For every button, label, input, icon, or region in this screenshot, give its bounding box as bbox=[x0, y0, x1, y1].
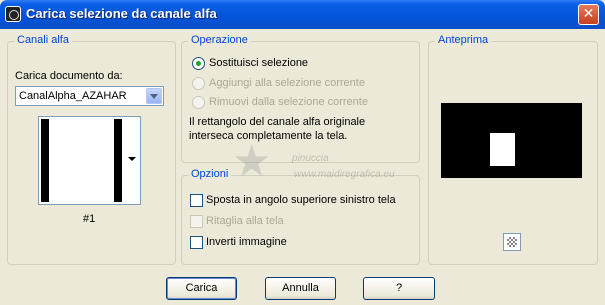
document-source-label: Carica documento da: bbox=[15, 70, 123, 82]
invert-image-label[interactable]: Inverti immagine bbox=[206, 236, 287, 248]
thumbnail-left-bar bbox=[41, 119, 49, 202]
crop-to-canvas-label[interactable]: Ritaglia alla tela bbox=[206, 215, 284, 227]
channel-thumbnail-dropdown[interactable] bbox=[38, 116, 141, 205]
channel-thumbnail bbox=[41, 119, 122, 202]
watermark: ★ pinuccia www.maidiregrafica.eu bbox=[232, 140, 432, 190]
watermark-name: pinuccia bbox=[292, 153, 329, 164]
checkbox-invert-image[interactable] bbox=[190, 236, 203, 249]
channel-caption: #1 bbox=[83, 213, 96, 225]
preview-legend: Anteprima bbox=[435, 34, 492, 46]
preview-selection-area bbox=[490, 133, 515, 166]
title-bar[interactable]: Carica selezione da canale alfa ✕ bbox=[0, 0, 605, 29]
app-icon bbox=[5, 6, 21, 22]
radio-remove-from-selection[interactable] bbox=[192, 96, 205, 109]
alpha-channels-legend: Canali alfa bbox=[14, 34, 72, 46]
move-top-left-label[interactable]: Sposta in angolo superiore sinistro tela bbox=[206, 194, 396, 206]
operation-legend: Operazione bbox=[188, 34, 251, 46]
window-title: Carica selezione da canale alfa bbox=[26, 6, 217, 21]
cancel-button[interactable]: Annulla bbox=[265, 277, 336, 300]
document-select[interactable]: CanalAlpha_AZAHAR bbox=[15, 86, 164, 106]
chevron-down-icon[interactable] bbox=[146, 88, 162, 104]
selection-preview bbox=[441, 103, 582, 178]
checkerboard-icon bbox=[507, 237, 517, 247]
help-button[interactable]: ? bbox=[363, 277, 435, 300]
thumbnail-right-bar bbox=[114, 119, 122, 202]
remove-from-selection-label[interactable]: Rimuovi dalla selezione corrente bbox=[209, 96, 368, 108]
checkbox-crop-to-canvas[interactable] bbox=[190, 215, 203, 228]
radio-add-to-selection[interactable] bbox=[192, 77, 205, 90]
add-to-selection-label[interactable]: Aggiungi alla selezione corrente bbox=[209, 77, 365, 89]
options-legend: Opzioni bbox=[188, 168, 232, 180]
load-button[interactable]: Carica bbox=[166, 277, 237, 300]
info-line-1: Il rettangolo del canale alfa originale bbox=[189, 116, 366, 128]
document-select-value: CanalAlpha_AZAHAR bbox=[19, 90, 127, 102]
close-button[interactable]: ✕ bbox=[578, 4, 599, 25]
load-selection-dialog: Carica selezione da canale alfa ✕ Canali… bbox=[0, 0, 605, 305]
watermark-star-icon: ★ bbox=[232, 136, 272, 187]
checkbox-move-top-left[interactable] bbox=[190, 194, 203, 207]
radio-replace-selection[interactable] bbox=[192, 57, 205, 70]
transparency-toggle-button[interactable] bbox=[503, 233, 521, 251]
watermark-url: www.maidiregrafica.eu bbox=[294, 169, 395, 180]
thumbnail-dropdown-arrow-icon[interactable] bbox=[124, 117, 140, 204]
replace-selection-label[interactable]: Sostituisci selezione bbox=[209, 57, 308, 69]
